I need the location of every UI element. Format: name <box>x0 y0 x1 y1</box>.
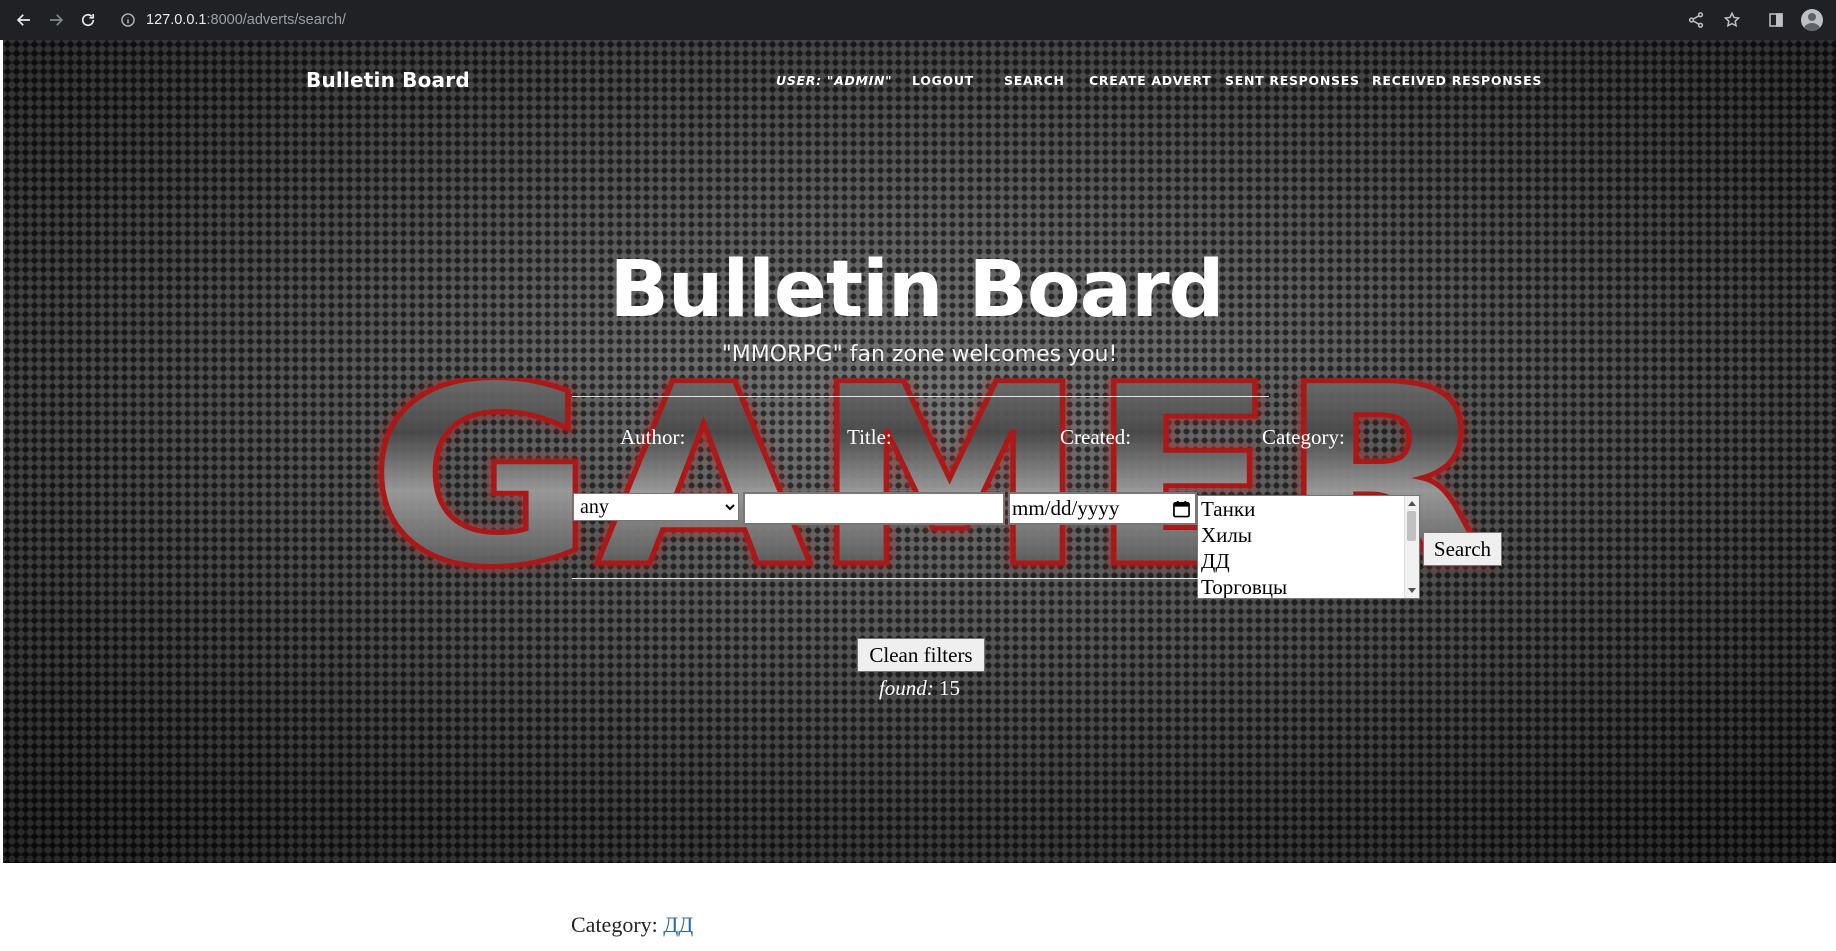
divider-top <box>572 396 1269 397</box>
nav-search[interactable]: SEARCH <box>1004 73 1065 88</box>
author-select[interactable]: any <box>573 493 739 521</box>
created-date-input[interactable]: mm/dd/yyyy <box>1008 492 1197 525</box>
category-option[interactable]: Хилы <box>1198 522 1419 548</box>
top-navigation: USER: "ADMIN" LOGOUT SEARCH CREATE ADVER… <box>3 73 1836 93</box>
nav-create-advert[interactable]: CREATE ADVERT <box>1089 73 1211 88</box>
nav-received-responses[interactable]: RECEIVED RESPONSES <box>1372 73 1542 88</box>
advert-category-link[interactable]: ДД <box>663 912 693 937</box>
category-label: Category: <box>1262 425 1345 449</box>
results-count: found: 15 <box>3 676 1836 701</box>
created-label: Created: <box>1060 425 1132 449</box>
nav-sent-responses[interactable]: SENT RESPONSES <box>1225 73 1360 88</box>
url-host: 127.0.0.1 <box>146 12 207 28</box>
browser-toolbar: 127.0.0.1:8000/adverts/search/ <box>0 0 1836 40</box>
back-icon[interactable] <box>8 4 40 36</box>
current-user-label: USER: "ADMIN" <box>776 73 893 88</box>
nav-logout[interactable]: LOGOUT <box>912 73 974 88</box>
title-label: Title: <box>847 425 892 449</box>
advert-category-label: Category: <box>571 912 658 937</box>
info-icon[interactable] <box>120 12 136 28</box>
scroll-down-icon[interactable] <box>1408 588 1416 593</box>
category-option[interactable]: ДД <box>1198 548 1419 574</box>
share-icon[interactable] <box>1682 6 1710 34</box>
masthead: GAMER Bulletin Board USER: "ADMIN" LOGOU… <box>3 40 1836 863</box>
category-multiselect[interactable]: Танки Хилы ДД Торговцы <box>1197 495 1420 599</box>
forward-icon[interactable] <box>40 4 72 36</box>
found-count: 15 <box>939 676 961 700</box>
page-title: Bulletin Board <box>609 245 1224 335</box>
address-bar[interactable]: 127.0.0.1:8000/adverts/search/ <box>116 5 1676 35</box>
reload-icon[interactable] <box>72 4 104 36</box>
scroll-up-icon[interactable] <box>1408 501 1416 506</box>
calendar-icon[interactable] <box>1173 500 1190 518</box>
date-placeholder: mm/dd/yyyy <box>1012 496 1120 520</box>
found-label: found: <box>878 676 934 700</box>
category-option[interactable]: Танки <box>1198 496 1419 522</box>
star-icon[interactable] <box>1718 6 1746 34</box>
browser-actions <box>1682 0 1826 40</box>
url-path: :8000/adverts/search/ <box>206 12 346 28</box>
search-button[interactable]: Search <box>1423 532 1502 566</box>
profile-icon[interactable] <box>1798 6 1826 34</box>
clean-filters-button[interactable]: Clean filters <box>857 638 985 672</box>
scroll-thumb[interactable] <box>1407 511 1416 541</box>
page-subtitle: "MMORPG" fan zone welcomes you! <box>721 342 1118 367</box>
divider-bottom <box>572 578 1269 579</box>
advert-category: Category: ДД <box>571 912 693 938</box>
title-input[interactable] <box>743 492 1005 525</box>
category-scrollbar[interactable] <box>1404 496 1419 598</box>
author-label: Author: <box>620 425 686 449</box>
side-panel-icon[interactable] <box>1762 6 1790 34</box>
